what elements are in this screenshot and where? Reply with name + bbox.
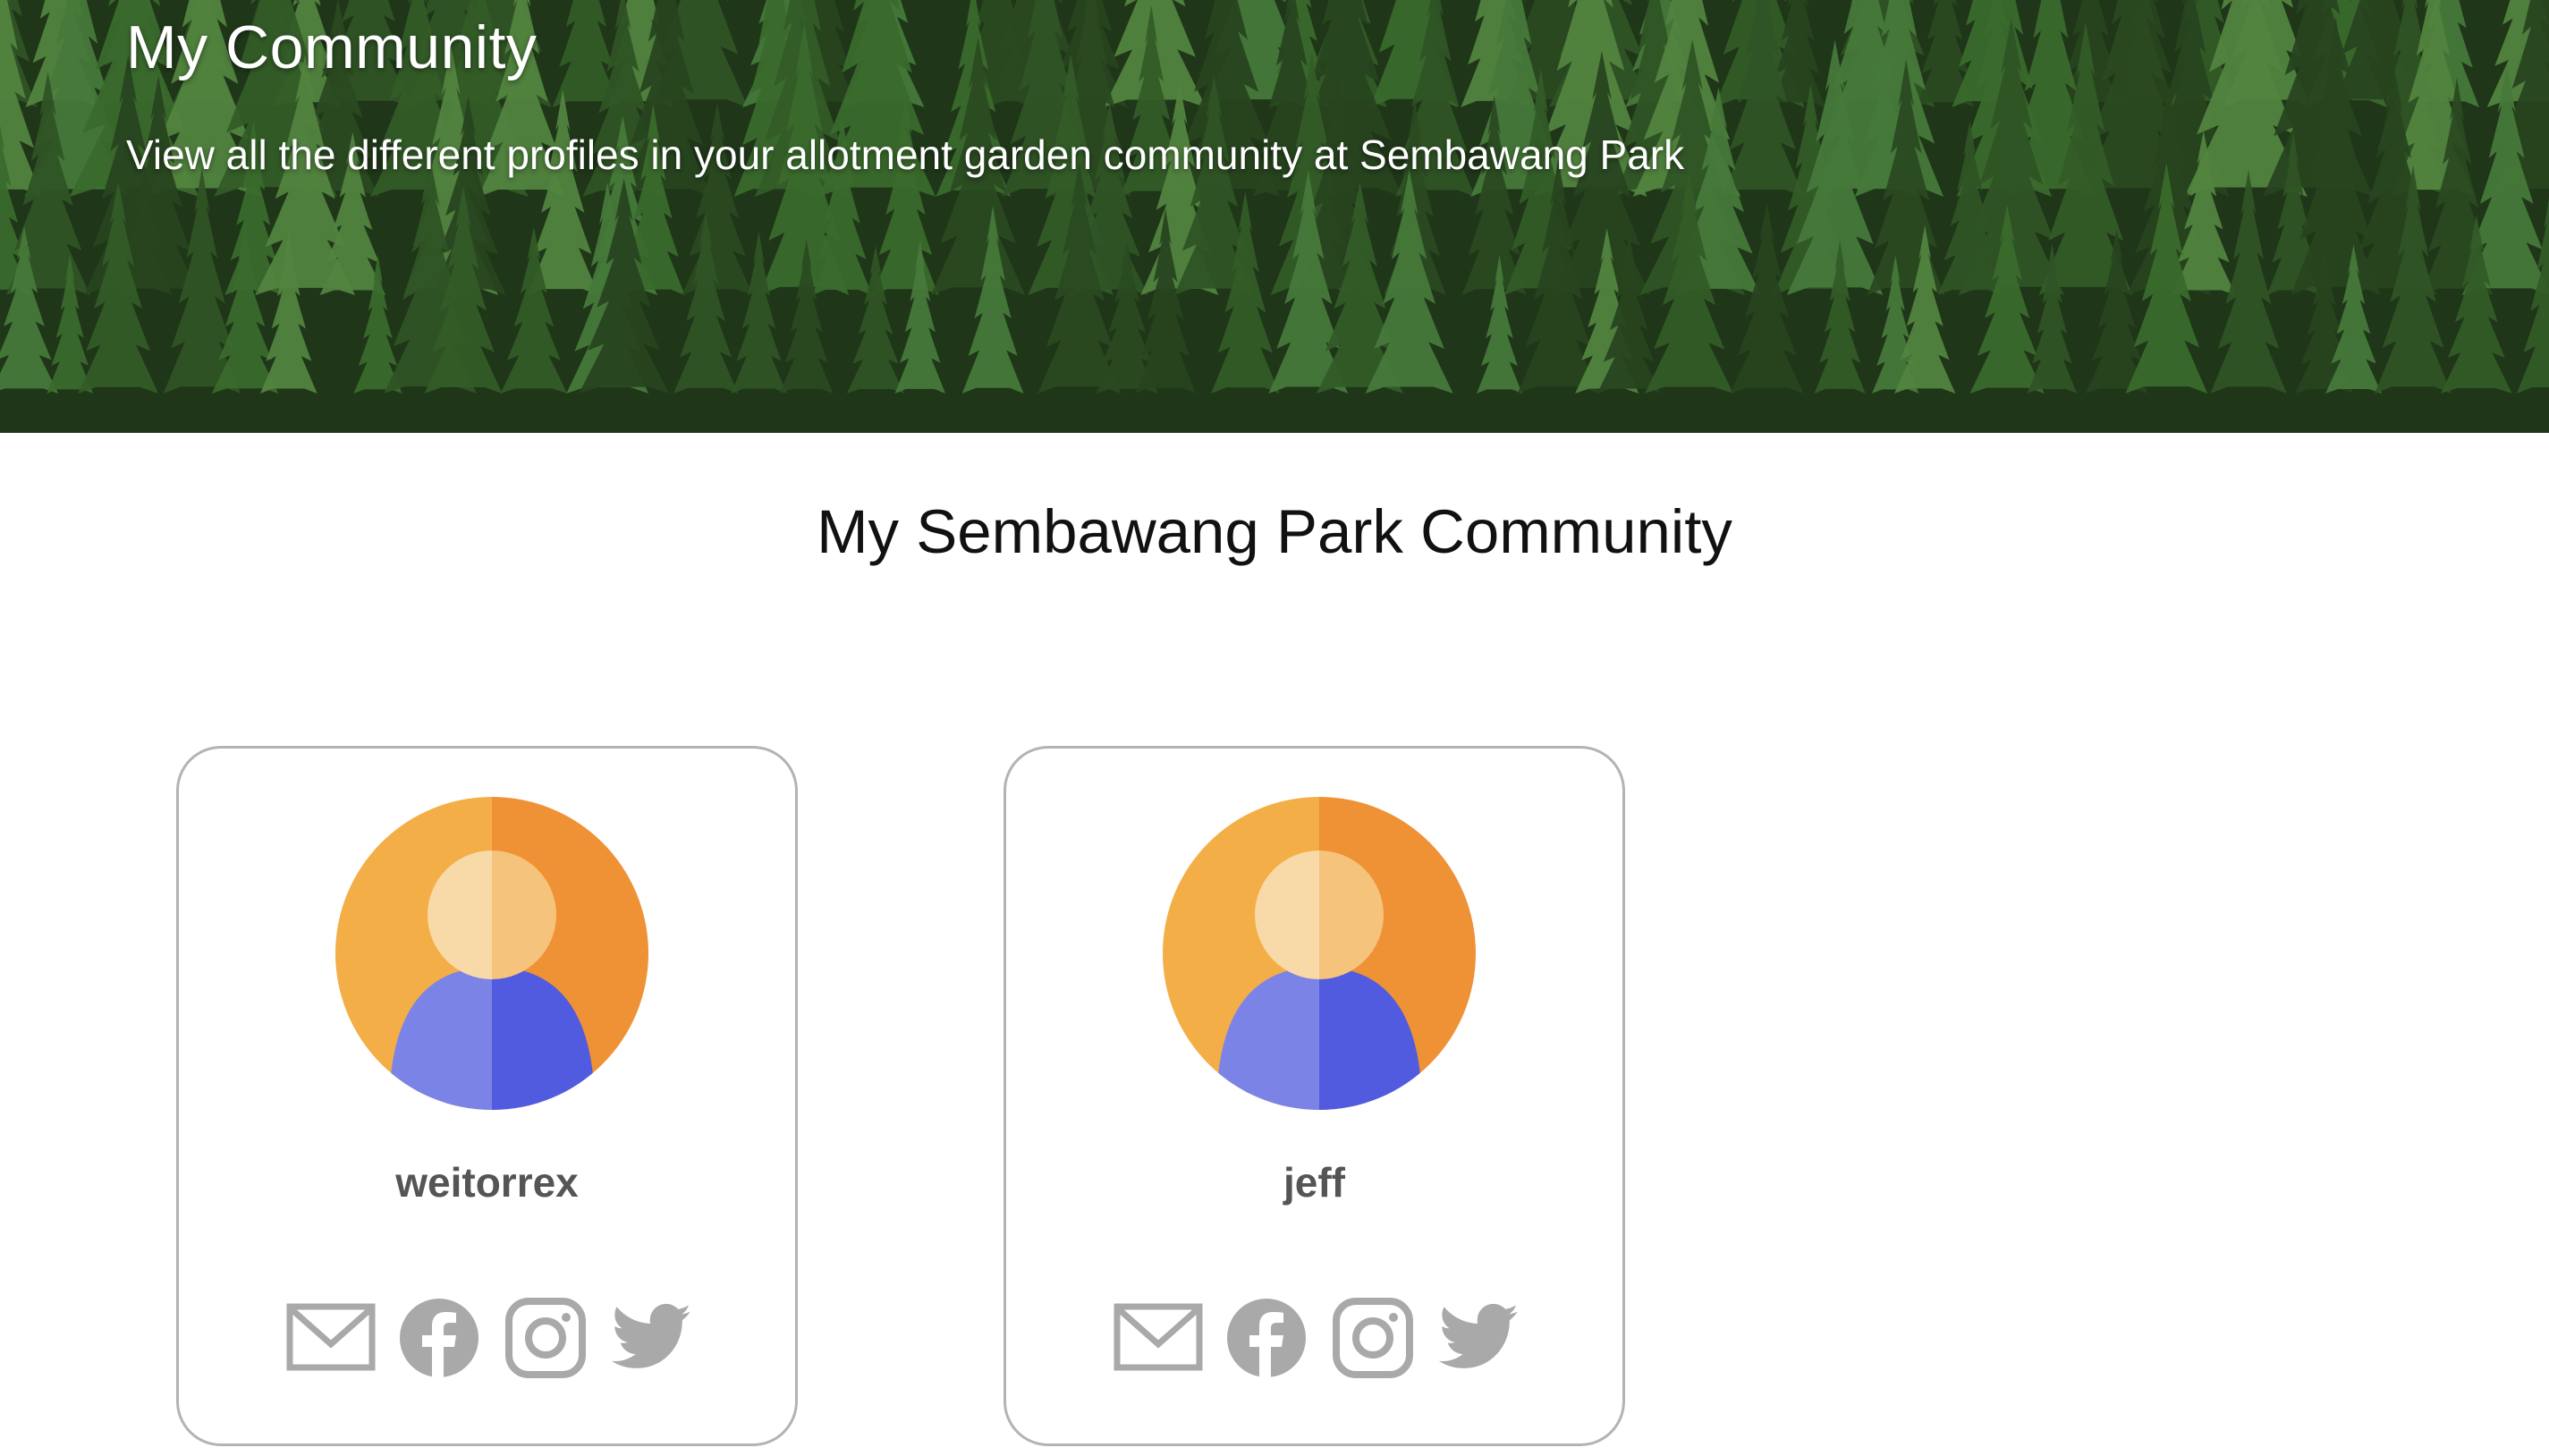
hero-banner: My Community View all the different prof…	[0, 0, 2549, 433]
page-title: My Community	[126, 13, 538, 81]
twitter-icon[interactable]	[612, 1301, 692, 1373]
profile-username: weitorrex	[395, 1159, 579, 1206]
facebook-icon[interactable]	[399, 1298, 479, 1378]
social-links	[286, 1298, 698, 1391]
profile-card[interactable]: jeff	[1004, 746, 1625, 1446]
instagram-icon[interactable]	[505, 1298, 586, 1378]
avatar-icon	[1163, 797, 1476, 1110]
avatar-icon	[335, 797, 648, 1110]
facebook-icon[interactable]	[1226, 1298, 1307, 1378]
page-subtitle: View all the different profiles in your …	[126, 131, 1685, 178]
social-links	[1114, 1298, 1525, 1391]
twitter-icon[interactable]	[1439, 1301, 1520, 1373]
profile-card[interactable]: weitorrex	[176, 746, 798, 1446]
community-heading: My Sembawang Park Community	[817, 497, 1732, 566]
mail-icon[interactable]	[1114, 1301, 1203, 1373]
instagram-icon[interactable]	[1333, 1298, 1413, 1378]
profile-username: jeff	[1283, 1159, 1345, 1206]
mail-icon[interactable]	[286, 1301, 376, 1373]
